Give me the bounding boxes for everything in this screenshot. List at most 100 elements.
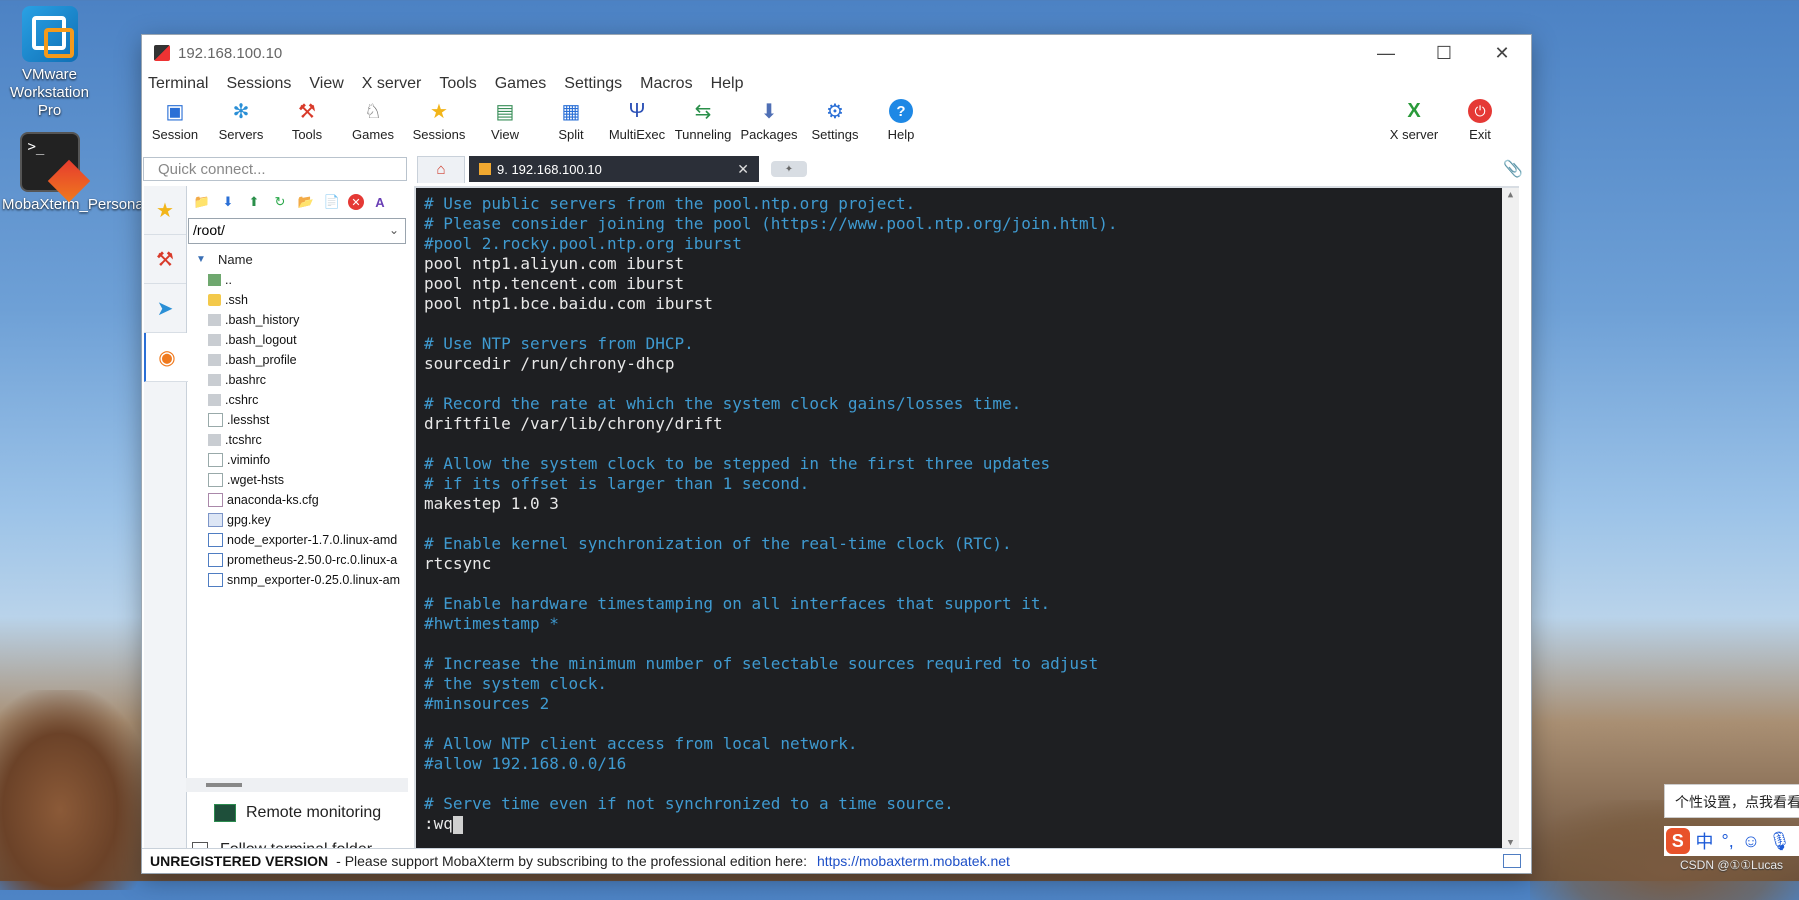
file-row[interactable]: anaconda-ks.cfg [186, 490, 408, 510]
file-row[interactable]: .bash_profile [186, 350, 408, 370]
vertical-scrollbar[interactable]: ▲ ▼ [1502, 188, 1519, 850]
ime-punctuation-toggle[interactable]: °, [1722, 831, 1734, 852]
remote-monitoring-button[interactable]: Remote monitoring [186, 796, 408, 830]
toolbar-view-button[interactable]: ▤ View [472, 99, 538, 143]
parent-folder-icon[interactable]: 📁 [192, 192, 212, 212]
servers-icon: ✻ [232, 100, 250, 123]
menu-settings[interactable]: Settings [564, 75, 622, 93]
menu-tools[interactable]: Tools [439, 75, 476, 93]
attachment-icon[interactable]: 📎 [1503, 159, 1523, 179]
download-icon[interactable]: ⬇ [218, 192, 238, 212]
toolbar-label: Tools [291, 127, 323, 142]
toolbar-settings-button[interactable]: ⚙ Settings [802, 99, 868, 143]
file-row[interactable]: .bash_logout [186, 330, 408, 350]
file-row[interactable]: .. [186, 270, 408, 290]
file-name: snmp_exporter-0.25.0.linux-am [227, 573, 400, 587]
sidebar-tab-tools[interactable]: ⚒ [144, 235, 186, 284]
file-row[interactable]: .viminfo [186, 450, 408, 470]
help-icon: ? [889, 99, 913, 123]
file-name: prometheus-2.50.0-rc.0.linux-a [227, 553, 398, 567]
file-row[interactable]: prometheus-2.50.0-rc.0.linux-a [186, 550, 408, 570]
refresh-icon[interactable]: ↻ [270, 192, 290, 212]
quick-connect-input[interactable]: Quick connect... [143, 157, 407, 181]
file-row[interactable]: .lesshst [186, 410, 408, 430]
new-tab-button[interactable]: ✦ [771, 161, 807, 177]
home-tab[interactable]: ⌂ [417, 155, 465, 183]
file-list: .. .ssh .bash_history .bash_logout .bash_pro… [186, 270, 408, 590]
file-row[interactable]: .bashrc [186, 370, 408, 390]
menu-xserver[interactable]: X server [362, 75, 422, 93]
sidebar-tab-sessions[interactable]: ★ [144, 186, 186, 235]
path-dropdown[interactable]: /root/ ⌄ [188, 218, 406, 244]
toolbar-packages-button[interactable]: ⬇ Packages [736, 99, 802, 143]
multiexec-icon: Ψ [628, 99, 646, 122]
status-bar: UNREGISTERED VERSION - Please support Mo… [142, 848, 1531, 873]
terminal-line: # Enable hardware timestamping on all in… [424, 594, 1051, 613]
horizontal-scrollbar[interactable] [186, 778, 408, 792]
menu-games[interactable]: Games [495, 75, 547, 93]
toolbar-xserver-button[interactable]: X X server [1381, 99, 1447, 143]
file-icon [208, 513, 223, 527]
toolbar-split-button[interactable]: ▦ Split [538, 99, 604, 143]
terminal-line: pool ntp.tencent.com iburst [424, 274, 685, 293]
file-row[interactable]: .bash_history [186, 310, 408, 330]
desktop-icon-vmware[interactable]: VMware Workstation Pro [2, 6, 97, 120]
parent-folder-icon [208, 274, 221, 286]
terminal-command-line[interactable]: :wq [416, 814, 1519, 834]
microphone-icon[interactable]: 🎙 [1768, 831, 1791, 852]
terminal-line: makestep 1.0 3 [424, 494, 559, 513]
ime-language-toggle[interactable]: 中 [1696, 828, 1714, 854]
file-row[interactable]: snmp_exporter-0.25.0.linux-am [186, 570, 408, 590]
new-file-icon[interactable]: 📄 [322, 192, 342, 212]
toolbar-multiexec-button[interactable]: Ψ MultiExec [604, 99, 670, 143]
file-row[interactable]: .tcshrc [186, 430, 408, 450]
close-button[interactable]: ✕ [1473, 35, 1531, 71]
terminal-line: # Record the rate at which the system cl… [424, 394, 1022, 413]
toolbar-exit-button[interactable]: ⏻ Exit [1447, 99, 1513, 142]
file-name: .ssh [225, 293, 248, 307]
menu-macros[interactable]: Macros [640, 75, 692, 93]
scroll-thumb[interactable] [206, 783, 242, 787]
terminal[interactable]: # Use public servers from the pool.ntp.o… [414, 186, 1519, 850]
sidebar-tab-sftp[interactable]: ◉ [144, 333, 188, 382]
toolbar-session-button[interactable]: ▣ Session [142, 99, 208, 143]
file-name: .bash_history [225, 313, 300, 327]
menu-sessions[interactable]: Sessions [226, 75, 291, 93]
ime-toolbar: S 中 °, ☺ 🎙 [1664, 826, 1799, 856]
file-list-header[interactable]: ▼ Name [186, 248, 408, 270]
file-row[interactable]: .ssh [186, 290, 408, 310]
rename-icon[interactable]: A [370, 192, 390, 212]
file-row[interactable]: node_exporter-1.7.0.linux-amd [186, 530, 408, 550]
display-icon[interactable] [1503, 854, 1521, 868]
minimize-button[interactable]: — [1357, 35, 1415, 71]
mobatek-link[interactable]: https://mobaxterm.mobatek.net [817, 853, 1010, 869]
sidebar-tab-macros[interactable]: ➤ [144, 284, 186, 333]
toolbar-tools-button[interactable]: ⚒ Tools [274, 99, 340, 143]
delete-icon[interactable]: ✕ [348, 194, 364, 210]
file-row[interactable]: gpg.key [186, 510, 408, 530]
file-row[interactable]: .cshrc [186, 390, 408, 410]
toolbar-servers-button[interactable]: ✻ Servers [208, 99, 274, 143]
toolbar-tunneling-button[interactable]: ⇆ Tunneling [670, 99, 736, 143]
unregistered-label: UNREGISTERED VERSION [150, 853, 329, 869]
tab-terminal-session[interactable]: 9. 192.168.100.10 ✕ [469, 156, 759, 182]
upload-icon[interactable]: ⬆ [244, 192, 264, 212]
menu-help[interactable]: Help [711, 75, 744, 93]
menu-view[interactable]: View [309, 75, 343, 93]
close-tab-icon[interactable]: ✕ [737, 161, 749, 178]
toolbar-games-button[interactable]: ♘ Games [340, 99, 406, 143]
sogou-icon[interactable]: S [1666, 828, 1690, 854]
desktop-icon-mobaxterm[interactable]: >_ MobaXterm_Personal_2... [2, 132, 176, 214]
emoji-icon[interactable]: ☺ [1742, 831, 1760, 852]
send-icon: ➤ [156, 297, 174, 320]
ime-tooltip[interactable]: 个性设置，点我看看 [1664, 784, 1799, 818]
maximize-button[interactable]: ☐ [1415, 35, 1473, 71]
menu-terminal[interactable]: Terminal [148, 75, 208, 93]
toolbar-help-button[interactable]: ? Help [868, 99, 934, 142]
toolbar-sessions-button[interactable]: ★ Sessions [406, 99, 472, 143]
new-folder-icon[interactable]: 📂 [296, 192, 316, 212]
file-row[interactable]: .wget-hsts [186, 470, 408, 490]
scroll-up-icon[interactable]: ▲ [1502, 188, 1519, 202]
file-icon [208, 334, 221, 346]
